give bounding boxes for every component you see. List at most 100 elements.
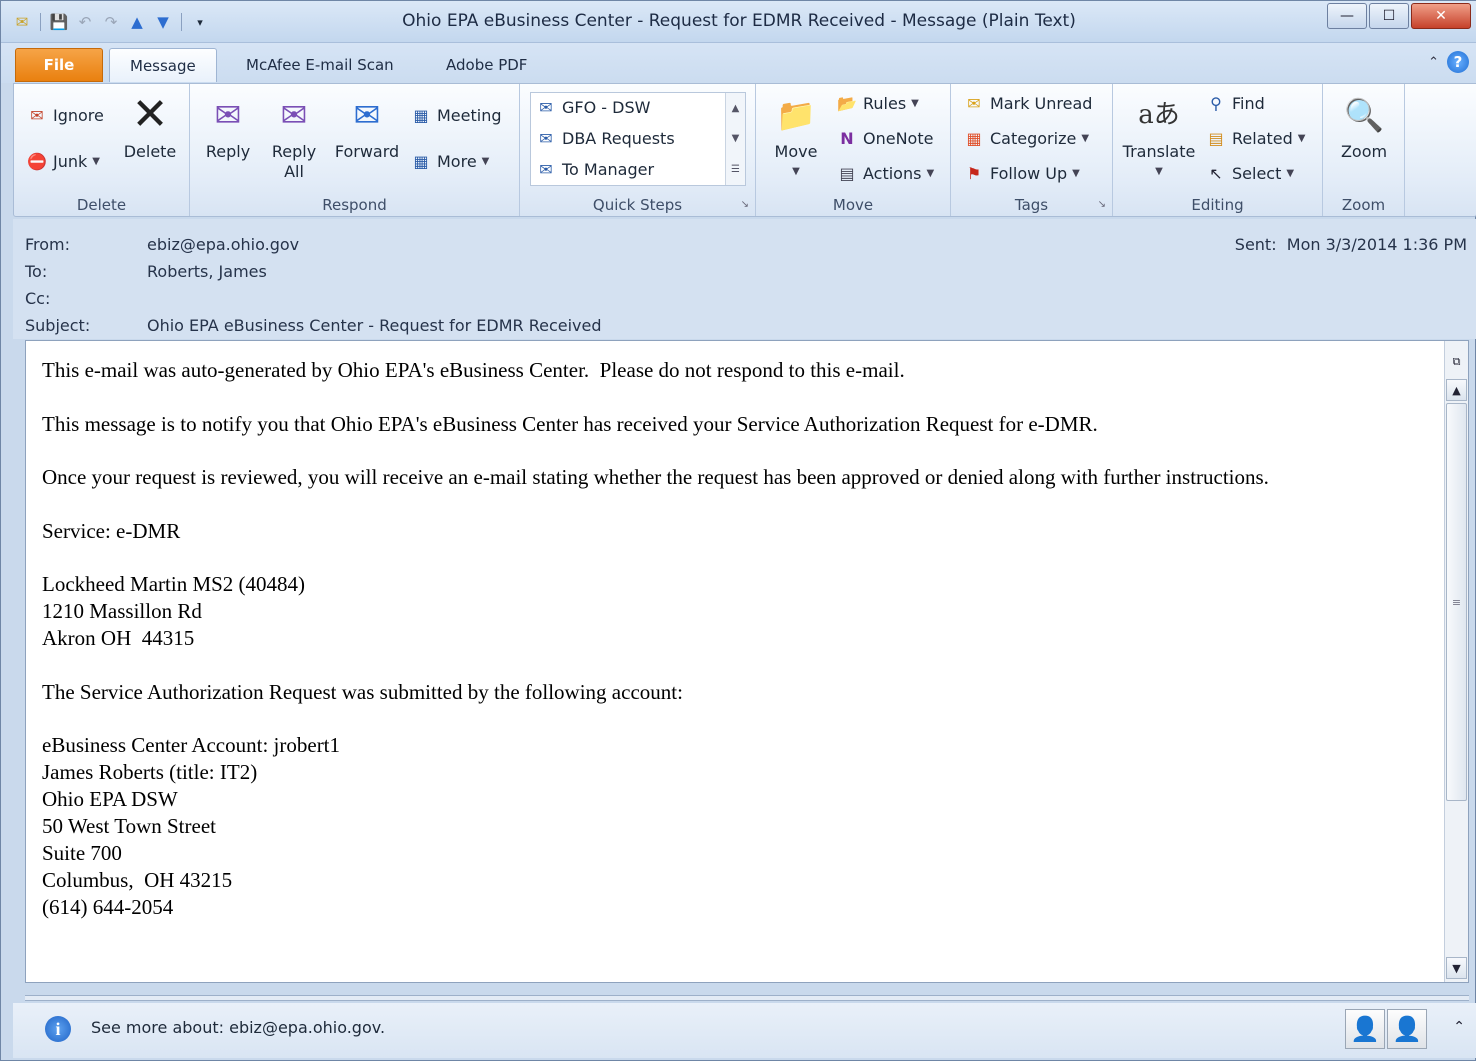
delete-label: Delete [123,142,177,161]
editing-group-label: Editing [1191,196,1244,214]
people-pane-text[interactable]: See more about: ebiz@epa.ohio.gov. [91,1018,385,1037]
follow-up-button[interactable]: ⚑ Follow Up ▼ [963,162,1080,184]
ignore-icon: ✉ [30,105,44,125]
dialog-launcher-icon[interactable]: ↘ [741,199,749,210]
to-row: To: Roberts, James [25,262,267,281]
tab-file[interactable]: File [15,48,103,82]
minimize-button[interactable]: — [1327,3,1367,29]
reply-button[interactable]: ✉ Reply [200,92,256,162]
reply-icon: ✉ [214,96,242,134]
split-view-icon[interactable]: ⧉ [1446,351,1467,373]
ignore-label: Ignore [53,105,104,125]
minimize-ribbon-icon[interactable]: ⌃ [1428,55,1439,70]
tags-group-label: Tags [1014,196,1049,214]
onenote-icon: N [840,128,854,148]
avatars: 👤 👤 [1345,1009,1427,1049]
actions-button[interactable]: ▤ Actions ▼ [836,162,934,184]
quickstep-gfo-dsw[interactable]: ✉ GFO - DSW [535,96,650,118]
chevron-down-icon: ▼ [1297,132,1306,144]
tab-adobe-pdf[interactable]: Adobe PDF [426,48,547,82]
chevron-down-icon: ▼ [92,155,100,167]
window-title: Ohio EPA eBusiness Center - Request for … [402,11,1076,31]
quickstep-to-manager[interactable]: ✉ To Manager [535,158,654,180]
translate-button[interactable]: aあ Translate ▼ [1119,92,1199,182]
from-value[interactable]: ebiz@epa.ohio.gov [147,235,299,254]
related-icon: ▤ [1208,128,1224,148]
people-pane: i See more about: ebiz@epa.ohio.gov. 👤 👤… [13,1003,1476,1058]
meeting-button[interactable]: ▦ Meeting [410,104,502,126]
chevron-down-icon: ▼ [911,97,919,109]
move-button[interactable]: 📁 Move ▼ [768,92,824,182]
avatar-icon[interactable]: 👤 [1387,1009,1427,1049]
zoom-button[interactable]: 🔍 Zoom [1333,92,1395,162]
to-label: To: [25,262,48,281]
quick-steps-group-label: Quick Steps [592,196,683,214]
junk-button[interactable]: ⛔ Junk ▼ [26,150,100,172]
people-pane-divider[interactable] [25,995,1469,1001]
meeting-label: Meeting [437,105,502,125]
maximize-button[interactable]: ☐ [1369,3,1409,29]
onenote-button[interactable]: N OneNote [836,127,933,149]
scroll-thumb[interactable]: ≡ [1446,403,1467,801]
chevron-down-icon: ▼ [1072,167,1080,179]
forward-button[interactable]: ✉ Forward [330,92,404,162]
forward-label: Forward [334,142,400,161]
categorize-icon: ▦ [966,128,982,148]
expand-people-pane-icon[interactable]: ⌃ [1453,1019,1465,1035]
mark-unread-icon: ✉ [967,93,981,113]
scroll-down-button[interactable]: ▼ [1446,957,1467,979]
delete-group: ✉ Ignore ⛔ Junk ▼ ✕ Delete Delete [14,84,190,216]
scroll-up-button[interactable]: ▲ [1446,379,1467,401]
quick-steps-scroll[interactable]: ▲ ▼ ☰ [725,93,745,185]
tab-message[interactable]: Message [109,48,217,82]
help-icon[interactable]: ? [1447,51,1469,73]
to-value[interactable]: Roberts, James [147,262,267,281]
body-account-block: eBusiness Center Account: jrobert1 James… [42,733,341,919]
more-button[interactable]: ▦ More ▼ [410,150,489,172]
expand-gallery-icon[interactable]: ☰ [731,164,740,175]
move-group-label: Move [832,196,874,214]
rules-label: Rules [863,93,907,113]
quickstep-label: To Manager [562,159,655,179]
quick-steps-group: ✉ GFO - DSW ✉ DBA Requests ✉ To Manager … [520,84,756,216]
ignore-button[interactable]: ✉ Ignore [26,104,104,126]
quick-steps-gallery: ✉ GFO - DSW ✉ DBA Requests ✉ To Manager … [530,92,746,186]
from-label: From: [25,235,71,254]
mark-unread-button[interactable]: ✉ Mark Unread [963,92,1092,114]
quickstep-dba-requests[interactable]: ✉ DBA Requests [535,127,674,149]
sent-row: Sent: Mon 3/3/2014 1:36 PM [1235,235,1467,254]
rules-button[interactable]: 📂 Rules ▼ [836,92,919,114]
avatar-icon[interactable]: 👤 [1345,1009,1385,1049]
more-icon: ▦ [413,151,429,171]
chevron-down-icon: ▼ [1081,132,1090,144]
scroll-up-icon[interactable]: ▲ [732,103,740,114]
subject-row: Subject: Ohio EPA eBusiness Center - Requ… [25,316,602,335]
find-button[interactable]: ⚲ Find [1205,92,1265,114]
delete-group-label: Delete [76,196,127,214]
info-icon: i [45,1016,71,1042]
subject-value: Ohio EPA eBusiness Center - Request for … [147,316,602,335]
close-button[interactable]: ✕ [1411,3,1471,29]
message-body[interactable]: This e-mail was auto-generated by Ohio E… [25,340,1469,983]
tags-group: ✉ Mark Unread ▦ Categorize ▼ ⚑ Follow Up… [951,84,1113,216]
related-button[interactable]: ▤ Related ▼ [1205,127,1305,149]
body-paragraph: Service: e-DMR [42,518,181,543]
chevron-down-icon: ▼ [926,167,935,179]
delete-button[interactable]: ✕ Delete [120,92,180,162]
scroll-down-icon[interactable]: ▼ [732,133,740,144]
chevron-down-icon: ▼ [481,155,490,167]
dialog-launcher-icon[interactable]: ↘ [1098,199,1106,210]
reply-all-button[interactable]: ✉ Reply All [266,92,322,182]
translate-label: Translate [1122,142,1196,161]
categorize-button[interactable]: ▦ Categorize ▼ [963,127,1089,149]
vertical-scrollbar[interactable]: ⧉ ▲ ≡ ▼ [1444,341,1468,982]
junk-icon: ⛔ [27,151,47,171]
body-paragraph: The Service Authorization Request was su… [42,679,683,704]
move-to-icon: ✉ [539,128,553,148]
follow-up-label: Follow Up [990,163,1068,183]
tab-mcafee[interactable]: McAfee E-mail Scan [226,48,414,82]
translate-icon: aあ [1138,100,1180,130]
message-header: From: ebiz@epa.ohio.gov To: Roberts, James… [13,219,1476,339]
chevron-down-icon: ▼ [1286,167,1295,179]
select-button[interactable]: ↖ Select ▼ [1205,162,1294,184]
